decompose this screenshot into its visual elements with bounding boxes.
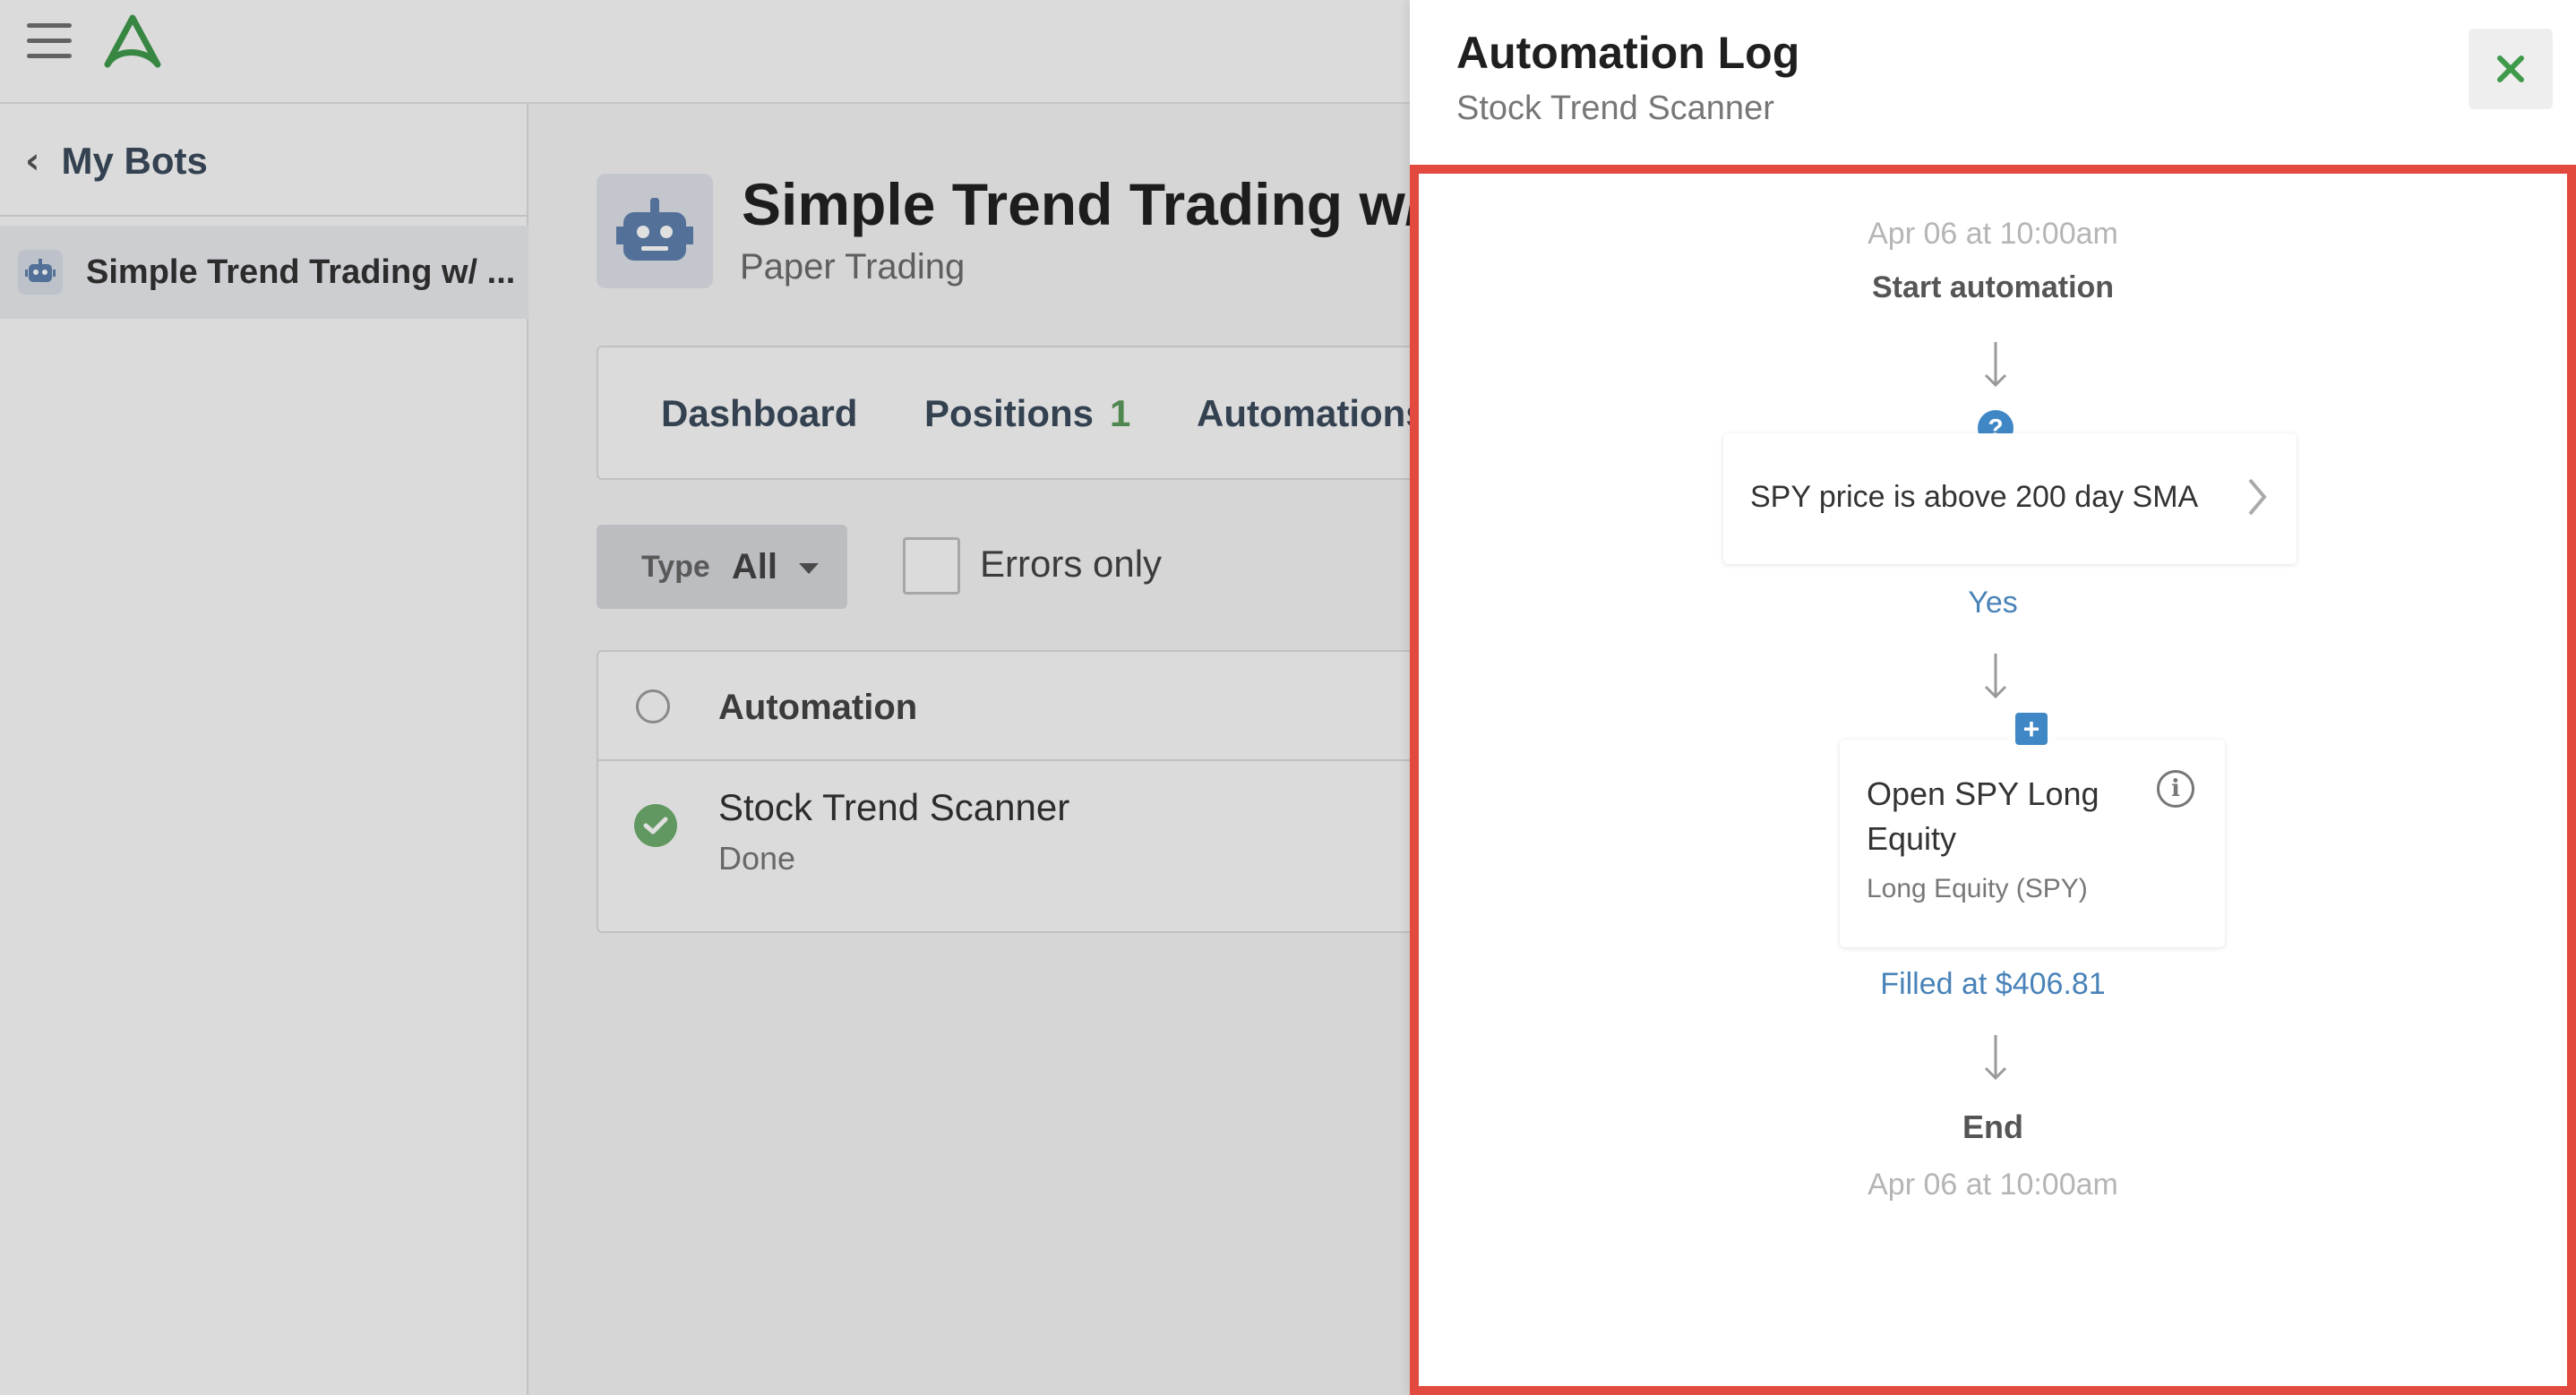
arrow-down-icon <box>1984 342 2007 388</box>
action-step-card: + Open SPY Long Equity Long Equity (SPY)… <box>1840 713 2225 947</box>
drawer-subtitle: Stock Trend Scanner <box>1456 90 1774 127</box>
automation-log-flow: Apr 06 at 10:00am Start automation ? SPY… <box>1410 165 2576 1395</box>
start-timestamp: Apr 06 at 10:00am <box>1868 217 2118 251</box>
drawer-title: Automation Log <box>1456 28 1800 78</box>
info-icon[interactable]: i <box>2157 770 2194 808</box>
arrow-down-icon <box>1984 654 2007 699</box>
arrow-down-icon <box>1984 1035 2007 1081</box>
plus-icon: + <box>2015 713 2048 745</box>
start-label: Start automation <box>1871 270 2115 304</box>
action-result: Filled at $406.81 <box>1880 967 2106 1001</box>
action-title: Open SPY Long Equity <box>1867 775 2099 857</box>
end-timestamp: Apr 06 at 10:00am <box>1868 1168 2118 1202</box>
automation-log-drawer: Automation Log Stock Trend Scanner Apr 0… <box>1410 0 2576 1395</box>
action-subtitle: Long Equity (SPY) <box>1867 874 2088 903</box>
close-button[interactable] <box>2469 29 2553 109</box>
close-icon <box>2497 56 2524 82</box>
condition-step-card[interactable]: SPY price is above 200 day SMA <box>1723 433 2297 564</box>
chevron-right-icon <box>2248 478 2267 516</box>
condition-result: Yes <box>1968 586 2018 620</box>
condition-text: SPY price is above 200 day SMA <box>1750 480 2199 514</box>
modal-backdrop[interactable] <box>0 0 1410 1395</box>
end-label: End <box>1962 1108 2023 1145</box>
